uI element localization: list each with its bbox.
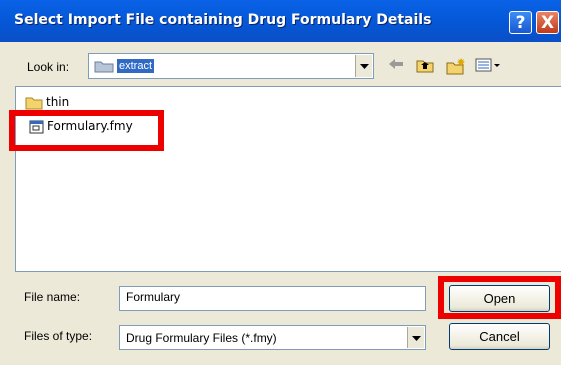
file-type-value: Drug Formulary Files (*.fmy)	[126, 331, 277, 345]
help-button[interactable]: ?	[509, 11, 532, 34]
file-type-label: Files of type:	[24, 329, 93, 343]
folder-item-thin[interactable]: thin	[25, 93, 69, 111]
up-one-level-icon[interactable]	[414, 55, 436, 77]
folder-icon	[94, 61, 114, 73]
open-highlight-box	[438, 276, 561, 319]
file-highlight-box	[9, 110, 164, 151]
file-type-dropdown[interactable]: Drug Formulary Files (*.fmy)	[119, 325, 426, 350]
look-in-value: extract	[117, 59, 155, 73]
title-bar[interactable]: Select Import File containing Drug Formu…	[0, 0, 561, 42]
file-name-input[interactable]: Formulary	[119, 286, 426, 311]
create-new-folder-icon[interactable]	[445, 55, 467, 77]
view-menu-icon[interactable]	[474, 55, 504, 77]
folder-name: thin	[46, 95, 70, 109]
chevron-down-icon[interactable]	[407, 327, 424, 348]
dialog-title: Select Import File containing Drug Formu…	[14, 12, 432, 28]
look-in-dropdown[interactable]: extract	[88, 53, 374, 79]
back-arrow-icon[interactable]	[385, 55, 407, 77]
look-in-label: Look in:	[27, 60, 70, 74]
cancel-button[interactable]: Cancel	[449, 323, 550, 350]
chevron-down-icon[interactable]	[355, 55, 372, 77]
file-dialog: Select Import File containing Drug Formu…	[0, 0, 561, 365]
folder-icon	[25, 97, 43, 110]
close-button[interactable]: X	[536, 11, 559, 34]
file-name-label: File name:	[24, 290, 81, 304]
